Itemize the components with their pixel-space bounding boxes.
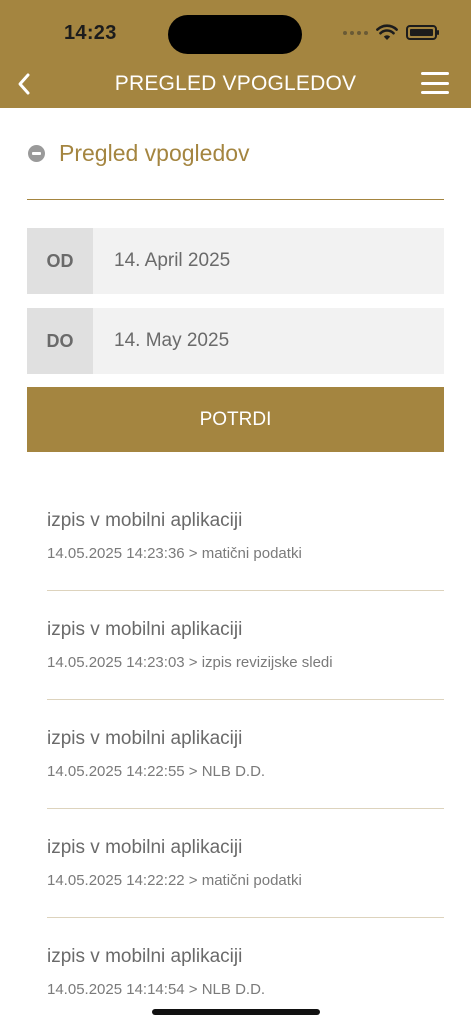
date-to-label: DO: [27, 308, 93, 374]
page-title: PREGLED VPOGLEDOV: [114, 72, 357, 95]
list-item[interactable]: izpis v mobilni aplikaciji 14.05.2025 14…: [0, 700, 471, 809]
item-detail: 14.05.2025 14:23:36 > matični podatki: [47, 545, 302, 562]
section-divider: [27, 199, 444, 200]
list-item[interactable]: izpis v mobilni aplikaciji 14.05.2025 14…: [0, 809, 471, 918]
item-title: izpis v mobilni aplikaciji: [47, 728, 243, 749]
section-title: Pregled vpogledov: [59, 140, 250, 166]
battery-icon: [406, 25, 439, 40]
section-header[interactable]: Pregled vpogledov: [28, 140, 250, 167]
confirm-button[interactable]: POTRDI: [27, 387, 444, 452]
status-time: 14:23: [64, 22, 117, 44]
item-title: izpis v mobilni aplikaciji: [47, 619, 243, 640]
item-title: izpis v mobilni aplikaciji: [47, 946, 243, 967]
item-title: izpis v mobilni aplikaciji: [47, 837, 243, 858]
home-indicator: [152, 1009, 320, 1015]
hamburger-menu-icon[interactable]: [421, 72, 449, 94]
top-bar: 14:23 PREGLED VPOGLEDOV: [0, 0, 471, 108]
item-detail: 14.05.2025 14:22:22 > matični podatki: [47, 872, 302, 889]
list-item[interactable]: izpis v mobilni aplikaciji 14.05.2025 14…: [0, 482, 471, 591]
dynamic-island: [168, 15, 302, 54]
signal-dots-icon: [343, 30, 368, 35]
date-to-field[interactable]: DO 14. May 2025: [27, 308, 444, 374]
item-detail: 14.05.2025 14:22:55 > NLB D.D.: [47, 763, 266, 780]
date-from-label: OD: [27, 228, 93, 294]
date-to-value[interactable]: 14. May 2025: [93, 308, 444, 374]
item-detail: 14.05.2025 14:23:03 > izpis revizijske s…: [47, 654, 333, 671]
collapse-minus-icon: [28, 145, 45, 162]
status-icons: [343, 24, 439, 41]
date-from-value[interactable]: 14. April 2025: [93, 228, 444, 294]
date-from-field[interactable]: OD 14. April 2025: [27, 228, 444, 294]
item-title: izpis v mobilni aplikaciji: [47, 510, 243, 531]
item-detail: 14.05.2025 14:14:54 > NLB D.D.: [47, 981, 266, 998]
insights-list: izpis v mobilni aplikaciji 14.05.2025 14…: [0, 482, 471, 1024]
list-item[interactable]: izpis v mobilni aplikaciji 14.05.2025 14…: [0, 591, 471, 700]
wifi-icon: [376, 24, 398, 40]
